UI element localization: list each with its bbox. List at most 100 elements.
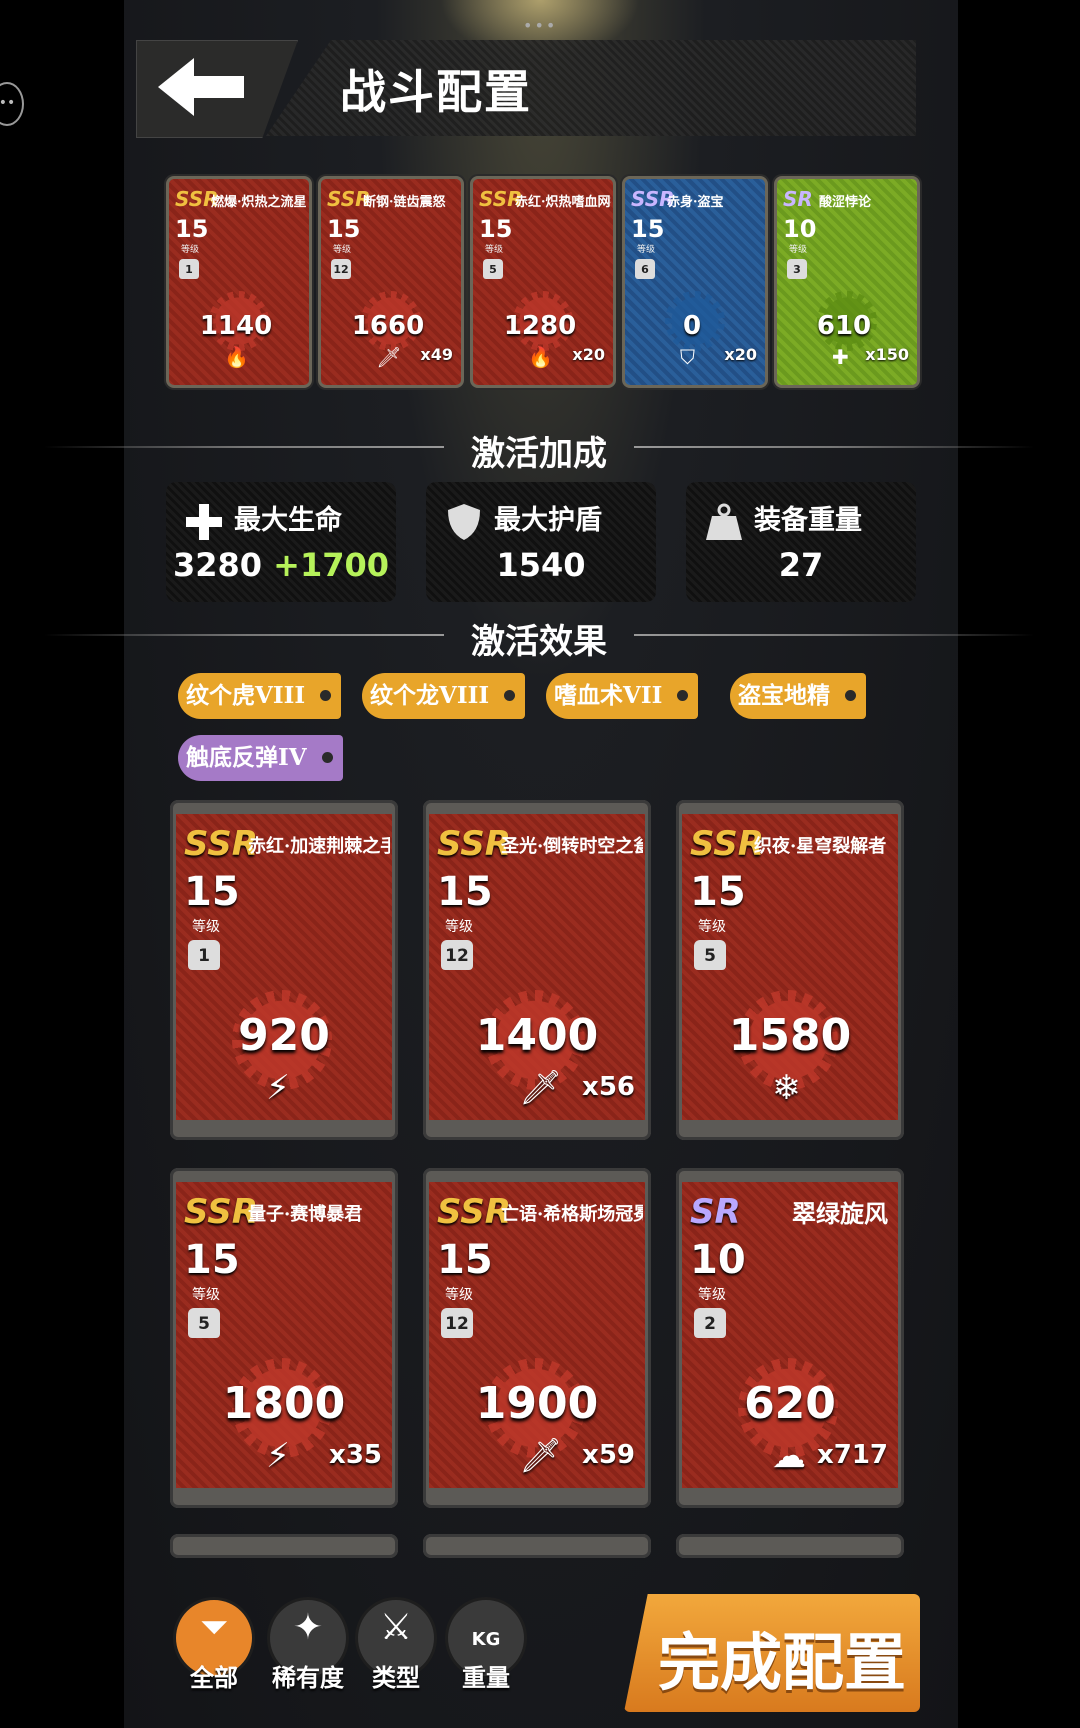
- flame-icon: 🔥: [224, 345, 249, 369]
- lightning-icon: ⚡: [266, 1068, 290, 1108]
- item-level: 15: [184, 1237, 240, 1283]
- item-level: 10: [783, 215, 817, 243]
- level-label: 等级: [445, 919, 473, 935]
- weight-badge: 12: [441, 1308, 473, 1338]
- item-level: 15: [175, 215, 209, 243]
- level-label: 等级: [445, 1287, 473, 1303]
- assistant-bubble-icon[interactable]: ••: [0, 82, 24, 126]
- level-label: 等级: [698, 1287, 726, 1303]
- filter-rarity-button[interactable]: ✦ 稀有度: [270, 1600, 346, 1692]
- level-label: 等级: [181, 245, 200, 255]
- item-count: x20: [572, 345, 605, 364]
- filter-weight-button[interactable]: KG 重量: [448, 1600, 524, 1692]
- bonus-section-title: 激活加成: [471, 434, 607, 474]
- rarity-label: SR: [690, 1192, 741, 1232]
- stat-max-hp: 最大生命 3280 +1700: [166, 482, 396, 602]
- item-value: 1660: [351, 311, 425, 341]
- lightning-icon: ⚡: [266, 1436, 290, 1476]
- effect-tag[interactable]: 盗宝地精: [730, 673, 866, 719]
- item-level: 15: [690, 869, 746, 915]
- item-value: 610: [816, 311, 872, 341]
- weight-badge: 3: [787, 259, 807, 279]
- effect-section-header: 激活效果: [44, 614, 1034, 662]
- item-value: 1580: [728, 1010, 852, 1061]
- filter-all-button[interactable]: ⏷ 全部: [176, 1600, 252, 1692]
- done-config-button[interactable]: 完成配置: [624, 1594, 920, 1712]
- rarity-label: SSR: [184, 1192, 258, 1232]
- sword-icon: 🗡: [376, 345, 402, 369]
- filter-icon: ⏷: [199, 1607, 229, 1648]
- rarity-label: SSR: [184, 824, 258, 864]
- effect-tag[interactable]: 纹个龙VIII: [362, 673, 526, 719]
- item-card-partial[interactable]: [676, 1534, 904, 1558]
- sword-icon: 🗡: [519, 1068, 563, 1108]
- item-name: 赤身·盗宝: [667, 195, 724, 210]
- info-dot-icon: [320, 690, 332, 701]
- equipped-slot[interactable]: SSR 断钢·链齿震怒 15 等级 12 1660 🗡 x49: [318, 176, 464, 388]
- header: 战斗配置: [136, 40, 916, 138]
- item-value: 1900: [475, 1378, 599, 1429]
- rarity-label: SSR: [437, 1192, 511, 1232]
- item-name: 翠绿旋风: [792, 1199, 888, 1228]
- stat-label: 装备重量: [754, 505, 862, 536]
- effect-tag[interactable]: 嗜血术VII: [546, 673, 699, 719]
- item-name: 圣光·倒转时空之瓮: [501, 836, 643, 857]
- stat-max-shield: 最大护盾 1540: [426, 482, 656, 602]
- back-arrow-icon[interactable]: [154, 54, 250, 120]
- item-count: x150: [865, 345, 909, 364]
- stat-label: 最大护盾: [494, 505, 602, 536]
- item-card[interactable]: SSR 亡语·希格斯场冠冕 15 等级 12 1900 🗡 x59: [423, 1168, 651, 1508]
- shield-icon: [448, 504, 480, 540]
- item-card[interactable]: SSR 织夜·星穹裂解者 15 等级 5 1580 ❄: [676, 800, 904, 1140]
- weight-badge: 5: [483, 259, 503, 279]
- card-face: SSR 圣光·倒转时空之瓮 15 等级 12 1400 🗡 x56: [429, 814, 645, 1120]
- weight-badge: 6: [635, 259, 655, 279]
- item-level: 15: [437, 1237, 493, 1283]
- weight-badge: 1: [179, 259, 199, 279]
- item-value: 1800: [222, 1378, 346, 1429]
- filter-type-button[interactable]: ⚔ 类型: [358, 1600, 434, 1692]
- item-card-partial[interactable]: [423, 1534, 651, 1558]
- item-name: 赤红·炽热嗜血网拍: [515, 195, 611, 210]
- filter-label: 类型: [372, 1663, 420, 1692]
- equipped-slot[interactable]: SR 酸涩悖论 10 等级 3 610 ✚ x150: [774, 176, 920, 388]
- item-card[interactable]: SSR 圣光·倒转时空之瓮 15 等级 12 1400 🗡 x56: [423, 800, 651, 1140]
- rarity-label: SR: [783, 187, 813, 211]
- weight-badge: 1: [188, 940, 220, 970]
- item-value: 1140: [199, 311, 273, 341]
- info-dot-icon: [677, 690, 689, 701]
- item-card[interactable]: SR 翠绿旋风 10 等级 2 620 ☁ x717: [676, 1168, 904, 1508]
- item-card[interactable]: SSR 量子·赛博暴君 15 等级 5 1800 ⚡ x35: [170, 1168, 398, 1508]
- weight-badge: 12: [331, 259, 351, 279]
- card-face: SR 翠绿旋风 10 等级 2 620 ☁ x717: [682, 1182, 898, 1488]
- stat-label: 最大生命: [234, 505, 342, 536]
- shield-icon: ⛉: [680, 345, 695, 369]
- item-value: 920: [238, 1010, 330, 1061]
- item-level: 15: [327, 215, 361, 243]
- page-title: 战斗配置: [340, 65, 532, 119]
- level-label: 等级: [637, 245, 656, 255]
- item-count: x49: [420, 345, 453, 364]
- stat-equip-weight: 装备重量 27: [686, 482, 916, 602]
- info-dot-icon: [504, 690, 516, 701]
- effect-tag[interactable]: 触底反弹IV: [178, 735, 343, 781]
- item-value: 0: [682, 311, 702, 341]
- item-count: x59: [582, 1440, 635, 1470]
- item-count: x20: [724, 345, 757, 364]
- weight-icon: [706, 503, 742, 540]
- weight-badge: 12: [441, 940, 473, 970]
- item-card-partial[interactable]: [170, 1534, 398, 1558]
- crossed-swords-icon: ⚔: [379, 1607, 413, 1648]
- equipped-slot[interactable]: SSR赤红·炽热嗜血网拍15等级51280🔥x20: [470, 176, 616, 388]
- equipped-slot[interactable]: SSR 赤身·盗宝 15 等级 6 0 ⛉ x20: [622, 176, 768, 388]
- drag-handle-icon[interactable]: •••: [523, 16, 557, 35]
- card-face: SSR 亡语·希格斯场冠冕 15 等级 12 1900 🗡 x59: [429, 1182, 645, 1488]
- info-dot-icon: [845, 690, 856, 701]
- level-label: 等级: [485, 245, 504, 255]
- level-label: 等级: [698, 919, 726, 935]
- equipped-slot[interactable]: SSR 燃爆·炽热之流星 15 等级 1 1140 🔥: [166, 176, 312, 388]
- rarity-label: SSR: [690, 824, 764, 864]
- item-level: 15: [631, 215, 665, 243]
- effect-tag[interactable]: 纹个虎VIII: [178, 673, 342, 719]
- item-card[interactable]: SSR 赤红·加速荆棘之手 15 等级 1 920 ⚡: [170, 800, 398, 1140]
